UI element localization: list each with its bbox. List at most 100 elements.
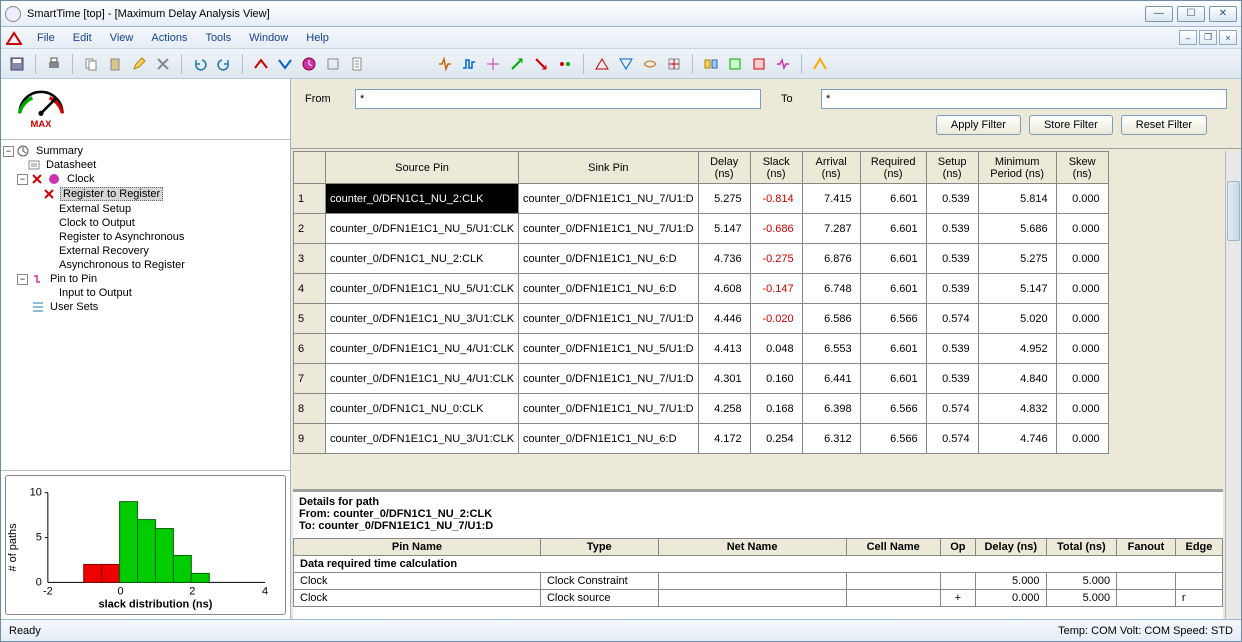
table-row[interactable]: 4counter_0/DFN1E1C1_NU_5/U1:CLKcounter_0… (294, 274, 1109, 304)
titlebar[interactable]: SmartTime [top] - [Maximum Delay Analysi… (1, 1, 1241, 27)
close-button[interactable]: ✕ (1209, 6, 1237, 22)
from-input[interactable] (355, 89, 761, 109)
tb2-8-icon[interactable] (616, 54, 636, 74)
col-source[interactable]: Source Pin (326, 152, 519, 184)
store-filter-button[interactable]: Store Filter (1029, 115, 1113, 135)
apply-filter-button[interactable]: Apply Filter (936, 115, 1021, 135)
paste-icon[interactable] (105, 54, 125, 74)
menu-tools[interactable]: Tools (197, 30, 239, 46)
delete-icon[interactable] (153, 54, 173, 74)
col-sink[interactable]: Sink Pin (519, 152, 699, 184)
tree-clock[interactable]: Clock (65, 173, 97, 185)
edit-icon[interactable] (129, 54, 149, 74)
col-slack[interactable]: Slack (ns) (750, 152, 802, 184)
menu-file[interactable]: File (29, 30, 63, 46)
minimize-button[interactable]: — (1145, 6, 1173, 22)
tb2-1-icon[interactable] (435, 54, 455, 74)
tb2-3-icon[interactable] (483, 54, 503, 74)
menubar: File Edit View Actions Tools Window Help… (1, 27, 1241, 49)
status-ready: Ready (9, 625, 41, 637)
tb2-2-icon[interactable] (459, 54, 479, 74)
tree-pin2pin[interactable]: Pin to Pin (48, 273, 99, 285)
tree-async2reg[interactable]: Asynchronous to Register (57, 259, 187, 271)
status-right: Temp: COM Volt: COM Speed: STD (1058, 625, 1233, 637)
menu-edit[interactable]: Edit (65, 30, 100, 46)
save-icon[interactable] (7, 54, 27, 74)
redo-icon[interactable] (214, 54, 234, 74)
print-icon[interactable] (44, 54, 64, 74)
min-analysis-icon[interactable] (275, 54, 295, 74)
tb2-13-icon[interactable] (749, 54, 769, 74)
maximize-button[interactable]: ☐ (1177, 6, 1205, 22)
tb2-10-icon[interactable] (664, 54, 684, 74)
tree-clk2out[interactable]: Clock to Output (57, 217, 137, 229)
menu-window[interactable]: Window (241, 30, 296, 46)
table-row[interactable]: 5counter_0/DFN1E1C1_NU_3/U1:CLKcounter_0… (294, 304, 1109, 334)
filter-bar: From To Apply Filter Store Filter Reset … (291, 79, 1241, 149)
table-row[interactable]: 1counter_0/DFN1C1_NU_2:CLKcounter_0/DFN1… (294, 184, 1109, 214)
menu-view[interactable]: View (102, 30, 142, 46)
table-row[interactable]: 2counter_0/DFN1E1C1_NU_5/U1:CLKcounter_0… (294, 214, 1109, 244)
paths-table-wrap[interactable]: Source Pin Sink Pin Delay (ns) Slack (ns… (291, 149, 1225, 489)
col-minperiod[interactable]: Minimum Period (ns) (978, 152, 1056, 184)
tb2-14-icon[interactable] (773, 54, 793, 74)
svg-text:10: 10 (30, 487, 42, 499)
tree-reg2async[interactable]: Register to Asynchronous (57, 231, 186, 243)
menu-actions[interactable]: Actions (143, 30, 195, 46)
table-row[interactable]: 8counter_0/DFN1C1_NU_0:CLKcounter_0/DFN1… (294, 394, 1109, 424)
max-analysis-icon[interactable] (251, 54, 271, 74)
svg-text:0: 0 (118, 585, 124, 597)
col-delay[interactable]: Delay (ns) (698, 152, 750, 184)
from-label: From (305, 93, 345, 105)
tb2-9-icon[interactable] (640, 54, 660, 74)
child-restore-button[interactable]: ❐ (1199, 30, 1217, 45)
svg-text:-2: -2 (43, 585, 53, 597)
report-icon[interactable] (347, 54, 367, 74)
slack-histogram: # of paths 0 5 10 -2 0 2 4 (5, 475, 286, 615)
details-table: Pin Name Type Net Name Cell Name Op Dela… (293, 538, 1223, 607)
copy-icon[interactable] (81, 54, 101, 74)
tree-usersets[interactable]: User Sets (48, 301, 100, 313)
to-input[interactable] (821, 89, 1227, 109)
table-row[interactable]: 7counter_0/DFN1E1C1_NU_4/U1:CLKcounter_0… (294, 364, 1109, 394)
tb2-15-icon[interactable] (810, 54, 830, 74)
col-arrival[interactable]: Arrival (ns) (802, 152, 860, 184)
tree-ext-rec[interactable]: External Recovery (57, 245, 151, 257)
window-title: SmartTime [top] - [Maximum Delay Analysi… (27, 8, 1145, 20)
tb2-7-icon[interactable] (592, 54, 612, 74)
analysis-tree[interactable]: −Summary Datasheet −Clock Register to Re… (1, 139, 290, 471)
clock-icon[interactable] (299, 54, 319, 74)
svg-text:2: 2 (189, 585, 195, 597)
tb2-11-icon[interactable] (701, 54, 721, 74)
app-menu-icon (5, 30, 23, 46)
tb2-5-icon[interactable] (531, 54, 551, 74)
app-window: SmartTime [top] - [Maximum Delay Analysi… (0, 0, 1242, 642)
tb2-6-icon[interactable] (555, 54, 575, 74)
table-row[interactable]: 6counter_0/DFN1E1C1_NU_4/U1:CLKcounter_0… (294, 334, 1109, 364)
tree-reg2reg[interactable]: Register to Register (60, 187, 163, 201)
svg-text:0: 0 (36, 576, 42, 588)
reset-filter-button[interactable]: Reset Filter (1121, 115, 1207, 135)
col-skew[interactable]: Skew (ns) (1056, 152, 1108, 184)
col-required[interactable]: Required (ns) (860, 152, 926, 184)
undo-icon[interactable] (190, 54, 210, 74)
tree-datasheet[interactable]: Datasheet (44, 159, 98, 171)
tb2-12-icon[interactable] (725, 54, 745, 74)
table-row[interactable]: 9counter_0/DFN1E1C1_NU_3/U1:CLKcounter_0… (294, 424, 1109, 454)
svg-text:5: 5 (36, 532, 42, 544)
child-close-button[interactable]: × (1219, 30, 1237, 45)
child-minimize-button[interactable]: – (1179, 30, 1197, 45)
tree-summary[interactable]: Summary (34, 145, 85, 157)
tree-in2out[interactable]: Input to Output (57, 287, 134, 299)
svg-text:slack distribution (ns): slack distribution (ns) (99, 598, 213, 610)
vertical-scrollbar[interactable] (1225, 151, 1241, 619)
constraint-icon[interactable] (323, 54, 343, 74)
col-setup[interactable]: Setup (ns) (926, 152, 978, 184)
tb2-4-icon[interactable] (507, 54, 527, 74)
paths-table[interactable]: Source Pin Sink Pin Delay (ns) Slack (ns… (293, 151, 1109, 454)
table-row[interactable]: 3counter_0/DFN1C1_NU_2:CLKcounter_0/DFN1… (294, 244, 1109, 274)
path-details[interactable]: Details for path From: counter_0/DFN1C1_… (293, 489, 1223, 619)
menu-help[interactable]: Help (298, 30, 337, 46)
tree-ext-setup[interactable]: External Setup (57, 203, 133, 215)
max-logo: MAX (1, 79, 290, 139)
